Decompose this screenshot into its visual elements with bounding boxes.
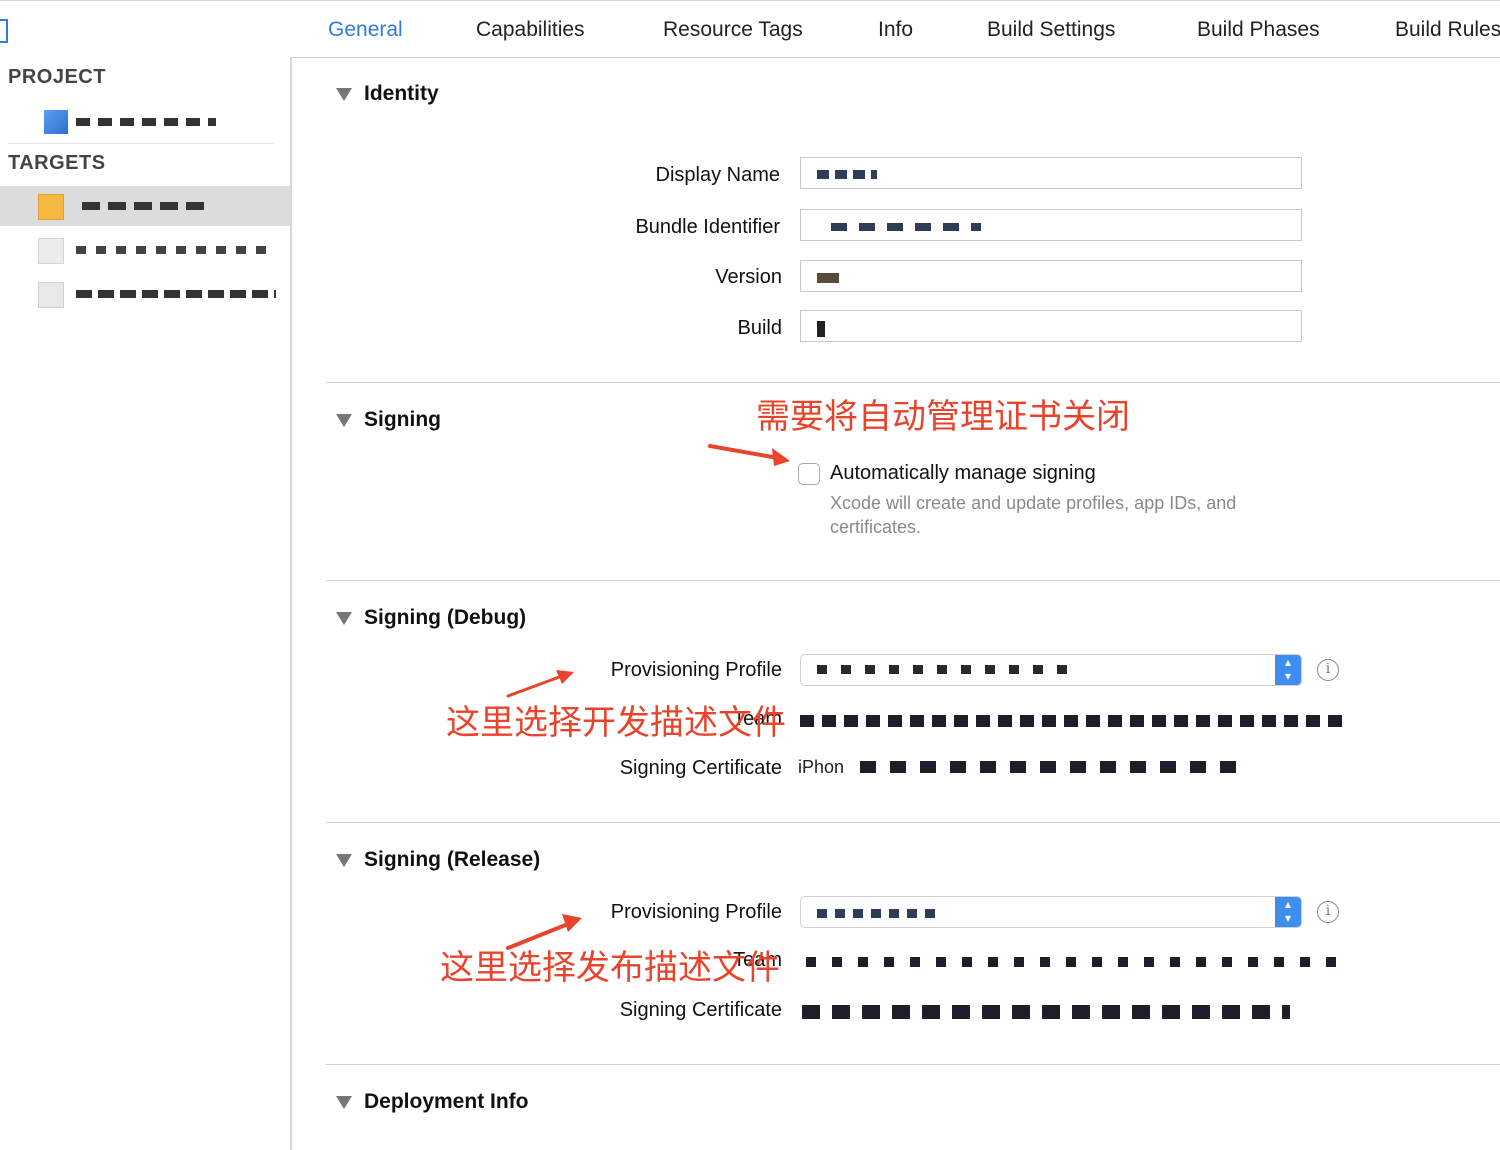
auto-manage-signing-description: Xcode will create and update profiles, a… (830, 493, 1237, 537)
signing-release-title: Signing (Release) (364, 848, 541, 871)
tab-build-phases[interactable]: Build Phases (1197, 18, 1320, 42)
project-icon (44, 110, 68, 134)
test-target-icon (38, 238, 64, 264)
deployment-disclosure-icon[interactable] (336, 1096, 352, 1109)
signing-disclosure-icon[interactable] (336, 414, 352, 427)
identity-title: Identity (364, 82, 439, 105)
debug-signing-certificate-label: Signing Certificate (619, 757, 782, 779)
debug-info-icon[interactable]: i (1317, 659, 1339, 681)
tab-build-rules[interactable]: Build Rules (1395, 18, 1500, 42)
signing-release-disclosure-icon[interactable] (336, 854, 352, 867)
project-header: PROJECT (8, 66, 106, 88)
target-item-3[interactable] (0, 274, 290, 314)
project-navigator: PROJECT TARGETS (0, 57, 290, 1150)
signing-title: Signing (364, 408, 441, 431)
release-info-icon[interactable]: i (1317, 901, 1339, 923)
sidebar-divider-line (8, 143, 274, 144)
tab-capabilities[interactable]: Capabilities (476, 18, 585, 42)
editor-edge-icon[interactable] (0, 19, 8, 43)
ui-test-target-icon (38, 282, 64, 308)
target-item-1[interactable] (0, 186, 290, 226)
project-name-redacted (76, 118, 216, 126)
release-provisioning-profile-label: Provisioning Profile (610, 901, 782, 923)
target-item-2[interactable] (0, 230, 290, 270)
popup-stepper-icon[interactable]: ▴ ▾ (1275, 655, 1301, 685)
version-label: Version (715, 266, 782, 288)
display-name-field[interactable] (800, 157, 1302, 189)
target-name-redacted (76, 290, 276, 298)
annotation-arrow-icon (506, 914, 582, 950)
deployment-title: Deployment Info (364, 1090, 529, 1113)
section-separator (326, 1064, 1500, 1065)
debug-provisioning-profile-popup[interactable]: ▴ ▾ (800, 654, 1302, 686)
signing-debug-title: Signing (Debug) (364, 606, 527, 629)
redacted-value (817, 909, 937, 918)
bundle-identifier-field[interactable] (800, 209, 1302, 241)
section-separator (326, 382, 1500, 383)
signing-debug-disclosure-icon[interactable] (336, 612, 352, 625)
target-name-redacted (76, 246, 270, 254)
debug-provisioning-profile-label: Provisioning Profile (610, 659, 782, 681)
target-name-redacted (82, 202, 210, 210)
section-separator (326, 822, 1500, 823)
build-field[interactable] (800, 310, 1302, 342)
release-provisioning-profile-popup[interactable]: ▴ ▾ (800, 896, 1302, 928)
build-label: Build (737, 317, 782, 339)
annotation-debug-profile: 这里选择开发描述文件 (446, 703, 786, 743)
redacted-value (817, 665, 1077, 674)
debug-team-value-redacted (800, 715, 1348, 727)
tab-build-settings[interactable]: Build Settings (987, 18, 1115, 42)
redacted-value (817, 170, 877, 179)
app-target-icon (38, 194, 64, 220)
tab-bar: General Capabilities Resource Tags Info … (0, 0, 1500, 58)
auto-manage-signing-label: Automatically manage signing (830, 462, 1096, 484)
bundle-identifier-label: Bundle Identifier (635, 216, 780, 238)
project-item[interactable] (0, 102, 290, 142)
section-separator (326, 580, 1500, 581)
identity-disclosure-icon[interactable] (336, 88, 352, 101)
annotation-arrow-icon (708, 444, 790, 466)
redacted-value (817, 321, 825, 337)
annotation-release-profile: 这里选择发布描述文件 (440, 948, 780, 988)
debug-signing-certificate-value: iPhon (798, 757, 845, 777)
auto-manage-signing-checkbox[interactable] (798, 463, 820, 485)
release-signing-certificate-label: Signing Certificate (619, 999, 782, 1021)
display-name-label: Display Name (655, 164, 780, 186)
version-field[interactable] (800, 260, 1302, 292)
annotation-auto-signing: 需要将自动管理证书关闭 (756, 397, 1130, 437)
debug-certificate-redacted (860, 761, 1244, 773)
redacted-value (831, 223, 981, 231)
popup-stepper-icon[interactable]: ▴ ▾ (1275, 897, 1301, 927)
tab-info[interactable]: Info (878, 18, 913, 42)
redacted-value (817, 273, 839, 283)
release-certificate-redacted (802, 1005, 1290, 1019)
annotation-arrow-icon (506, 670, 574, 698)
targets-header: TARGETS (8, 152, 106, 174)
release-team-value-redacted (806, 957, 1348, 967)
tab-general[interactable]: General (328, 18, 403, 42)
tab-resource-tags[interactable]: Resource Tags (663, 18, 803, 42)
